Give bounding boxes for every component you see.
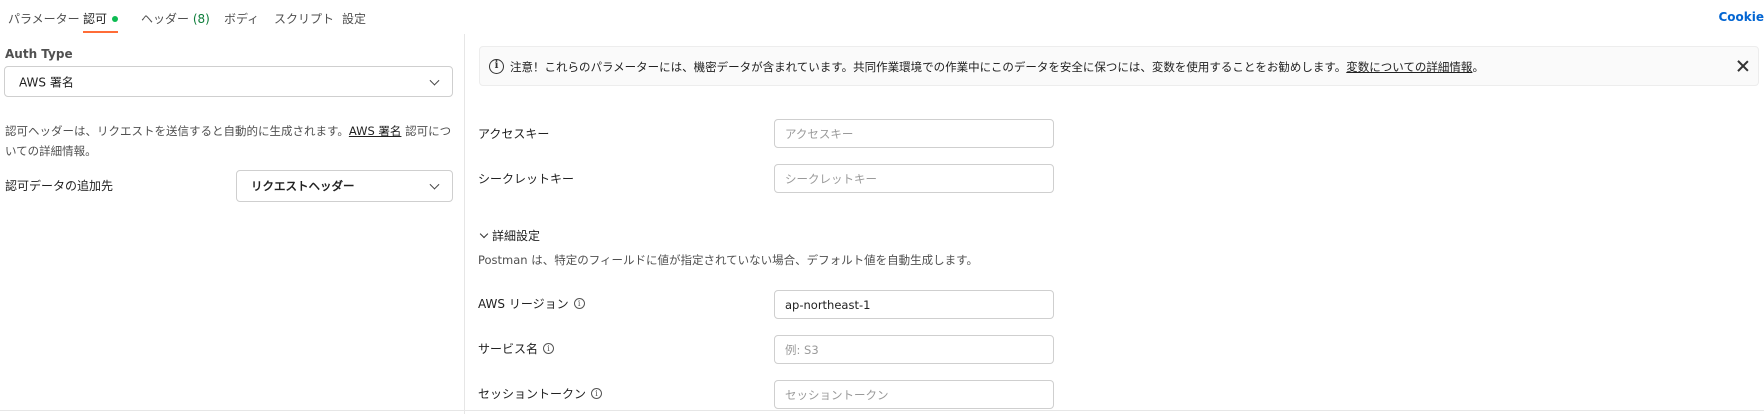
tab-params[interactable]: パラメーター xyxy=(8,10,80,27)
secret-key-input[interactable] xyxy=(774,164,1054,193)
chevron-down-icon xyxy=(479,229,489,239)
access-key-label: アクセスキー xyxy=(478,127,550,141)
alert-message: 注意！これらのパラメーターには、機密データが含まれています。共同作業環境での作業… xyxy=(510,59,1484,75)
active-tab-indicator xyxy=(83,31,118,33)
auth-description-text: 認可ヘッダーは、リクエストを送信すると自動的に生成されます。 xyxy=(5,124,349,138)
headers-count: (8) xyxy=(192,12,210,26)
tab-headers[interactable]: ヘッダー (8) xyxy=(141,10,210,27)
add-auth-data-to-label: 認可データの追加先 xyxy=(5,179,114,193)
service-name-label-text: サービス名 xyxy=(478,342,539,356)
auth-description: 認可ヘッダーは、リクエストを送信すると自動的に生成されます。AWS 署名 認可に… xyxy=(5,121,455,161)
alert-suffix: 。 xyxy=(1472,60,1484,74)
alert-text: 注意！これらのパラメーターには、機密データが含まれています。共同作業環境での作業… xyxy=(510,60,1347,74)
aws-signature-link[interactable]: AWS 署名 xyxy=(349,124,402,138)
add-auth-data-to-select[interactable]: リクエストヘッダー xyxy=(236,170,453,202)
request-tabs: パラメーター 認可 ヘッダー (8) ボディ スクリプト 設定 Cookie xyxy=(0,0,1764,34)
tab-headers-label: ヘッダー xyxy=(141,12,190,26)
status-dot-icon xyxy=(112,15,119,22)
tab-authorization-label: 認可 xyxy=(83,12,108,26)
info-icon[interactable]: i xyxy=(573,298,585,309)
info-icon: i xyxy=(489,59,504,74)
secret-key-label: シークレットキー xyxy=(478,172,575,186)
advanced-settings-label: 詳細設定 xyxy=(492,229,541,243)
tab-authorization[interactable]: 認可 xyxy=(83,10,119,27)
access-key-input[interactable] xyxy=(774,119,1054,148)
auth-type-select[interactable]: AWS 署名 xyxy=(4,66,453,97)
close-icon[interactable] xyxy=(1734,57,1752,75)
tab-settings[interactable]: 設定 xyxy=(342,10,366,27)
advanced-settings-toggle[interactable]: 詳細設定 xyxy=(478,227,540,244)
variables-info-link[interactable]: 変数についての詳細情報 xyxy=(1346,60,1472,74)
chevron-down-icon xyxy=(429,75,440,86)
service-name-input[interactable] xyxy=(774,335,1054,364)
aws-region-label-text: AWS リージョン xyxy=(478,297,569,311)
aws-region-label: AWS リージョン i xyxy=(478,295,585,312)
info-icon[interactable]: i xyxy=(591,388,603,399)
add-auth-data-to-value: リクエストヘッダー xyxy=(251,179,355,193)
advanced-description: Postman は、特定のフィールドに値が指定されていない場合、デフォルト値を自… xyxy=(478,253,979,267)
info-icon[interactable]: i xyxy=(543,343,555,354)
cookies-link[interactable]: Cookie xyxy=(1718,10,1764,24)
tab-body[interactable]: ボディ xyxy=(224,10,259,27)
panel-divider xyxy=(464,34,465,414)
sensitive-data-alert: i 注意！これらのパラメーターには、機密データが含まれています。共同作業環境での… xyxy=(479,46,1759,86)
auth-type-value: AWS 署名 xyxy=(19,75,74,89)
session-token-input[interactable] xyxy=(774,380,1054,409)
auth-type-label: Auth Type xyxy=(5,47,73,61)
tab-scripts[interactable]: スクリプト xyxy=(274,10,334,27)
session-token-label: セッショントークン i xyxy=(478,385,603,402)
session-token-label-text: セッショントークン xyxy=(478,387,587,401)
aws-region-input[interactable] xyxy=(774,290,1054,319)
chevron-down-icon xyxy=(429,179,440,190)
service-name-label: サービス名 i xyxy=(478,340,555,357)
bottom-divider xyxy=(0,410,1764,411)
